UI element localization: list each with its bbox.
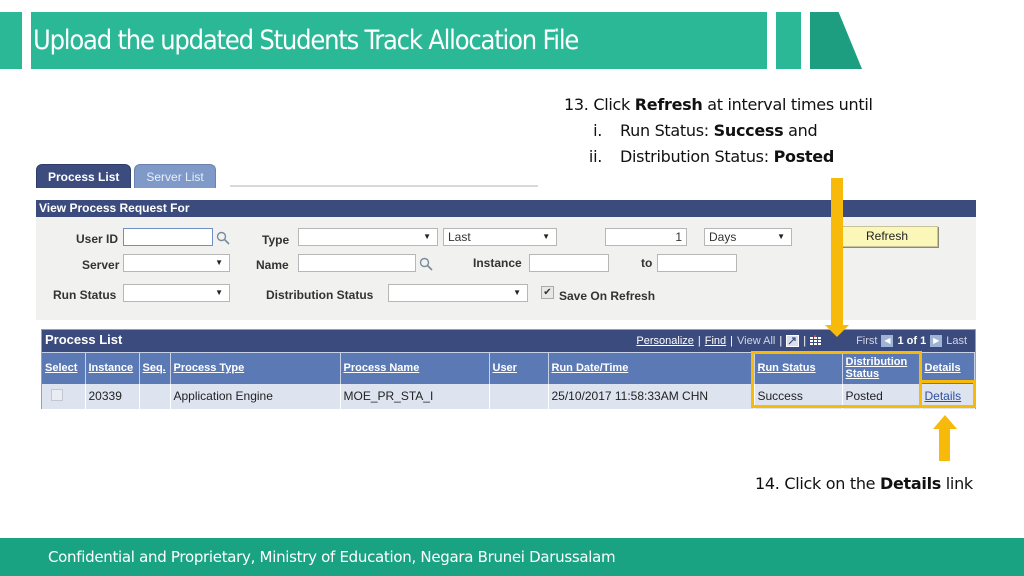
arrow-up-icon [933,415,957,429]
save-on-refresh-label: Save On Refresh [559,289,656,303]
cell-run-datetime: 25/10/2017 11:58:33AM CHN [548,383,755,409]
zoom-grid-icon[interactable] [786,335,800,347]
col-instance[interactable]: Instance [85,352,140,384]
personalize-link[interactable]: Personalize [636,335,693,347]
distribution-status-label: Distribution Status [266,288,374,302]
user-id-label: User ID [76,232,119,246]
run-status-select[interactable] [123,284,230,302]
item-bold: Success [713,121,784,140]
step-13-prefix: 13. Click [564,95,635,114]
col-details[interactable]: Details [921,352,975,384]
refresh-button[interactable]: Refresh [836,226,938,247]
title-trapezoid-decoration [810,12,862,69]
instance-to-input[interactable] [657,254,737,272]
item-bold: Posted [773,147,835,166]
details-link-highlight [919,380,976,408]
arrow-up-icon-shaft [939,428,950,461]
step-13-bold: Refresh [634,95,703,114]
name-input[interactable] [298,254,416,272]
col-seq[interactable]: Seq. [139,352,171,384]
tab-process-list[interactable]: Process List [36,164,132,188]
grid-toolbar: Personalize| Find| View All| | First 1 o… [636,335,967,347]
status-columns-highlight [751,351,922,408]
col-user[interactable]: User [489,352,549,384]
row-count: 1 of 1 [897,335,927,347]
slide-title: Upload the updated Students Track Alloca… [31,12,767,69]
step-14-bold: Details [880,474,941,493]
item-text: Distribution Status: [620,147,774,166]
row-select-cell[interactable] [42,383,86,409]
type-label: Type [262,233,290,247]
days-count-input[interactable]: 1 [605,228,687,246]
type-select[interactable] [298,228,438,246]
col-process-name[interactable]: Process Name [340,352,490,384]
days-unit-select[interactable]: Days [704,228,792,246]
step-13-instructions: 13. Click Refresh at interval times unti… [564,92,873,170]
item-suffix: and [783,121,818,140]
tab-server-list[interactable]: Server List [134,164,216,188]
to-label: to [641,256,653,270]
step-13-item-2: ii. Distribution Status: Posted [564,144,873,170]
step-14-instruction: 14. Click on the Details link [755,474,973,493]
title-left-decoration [0,12,22,69]
first-link[interactable]: First [856,335,877,347]
instance-from-input[interactable] [529,254,609,272]
next-icon[interactable] [930,335,943,347]
server-select[interactable] [123,254,230,272]
item-numeral: i. [593,121,602,140]
user-id-lookup-icon[interactable] [216,231,230,245]
row-select-checkbox[interactable] [51,388,63,401]
tab-divider [230,185,538,187]
cell-process-name: MOE_PR_STA_I [340,383,490,409]
col-select[interactable]: Select [42,352,86,384]
item-numeral: ii. [588,147,602,166]
name-label: Name [256,258,289,272]
previous-icon[interactable] [881,335,894,347]
distribution-status-select[interactable] [388,284,528,302]
instance-label: Instance [473,256,522,270]
user-id-input[interactable] [123,228,213,246]
cell-process-type: Application Engine [170,383,341,409]
cell-instance: 20339 [85,383,140,409]
col-run-datetime[interactable]: Run Date/Time [548,352,755,384]
step-13-item-1: i. Run Status: Success and [564,118,873,144]
cell-user [489,383,549,409]
last-select[interactable]: Last [443,228,557,246]
step-13-suffix: at interval times until [702,95,873,114]
arrow-down-icon [825,325,849,337]
run-status-label: Run Status [53,288,117,302]
step-14-prefix: 14. Click on the [755,474,881,493]
step-13-line: 13. Click Refresh at interval times unti… [564,92,873,118]
step-14-suffix: link [941,474,973,493]
server-label: Server [82,258,120,272]
arrow-down-icon-shaft [831,178,843,326]
view-all-link[interactable]: View All [737,335,775,347]
col-process-type[interactable]: Process Type [170,352,341,384]
tab-bar: Process List Server List [36,164,219,188]
name-lookup-icon[interactable] [419,257,433,271]
find-link[interactable]: Find [705,335,726,347]
grid-title: Process List [45,332,123,347]
save-on-refresh-checkbox[interactable]: ✔ [541,286,554,299]
last-link[interactable]: Last [946,335,967,347]
item-text: Run Status: [620,121,714,140]
title-right-decoration [776,12,801,69]
download-grid-icon[interactable] [810,335,822,347]
cell-seq [139,383,171,409]
slide-footer: Confidential and Proprietary, Ministry o… [0,538,1024,576]
